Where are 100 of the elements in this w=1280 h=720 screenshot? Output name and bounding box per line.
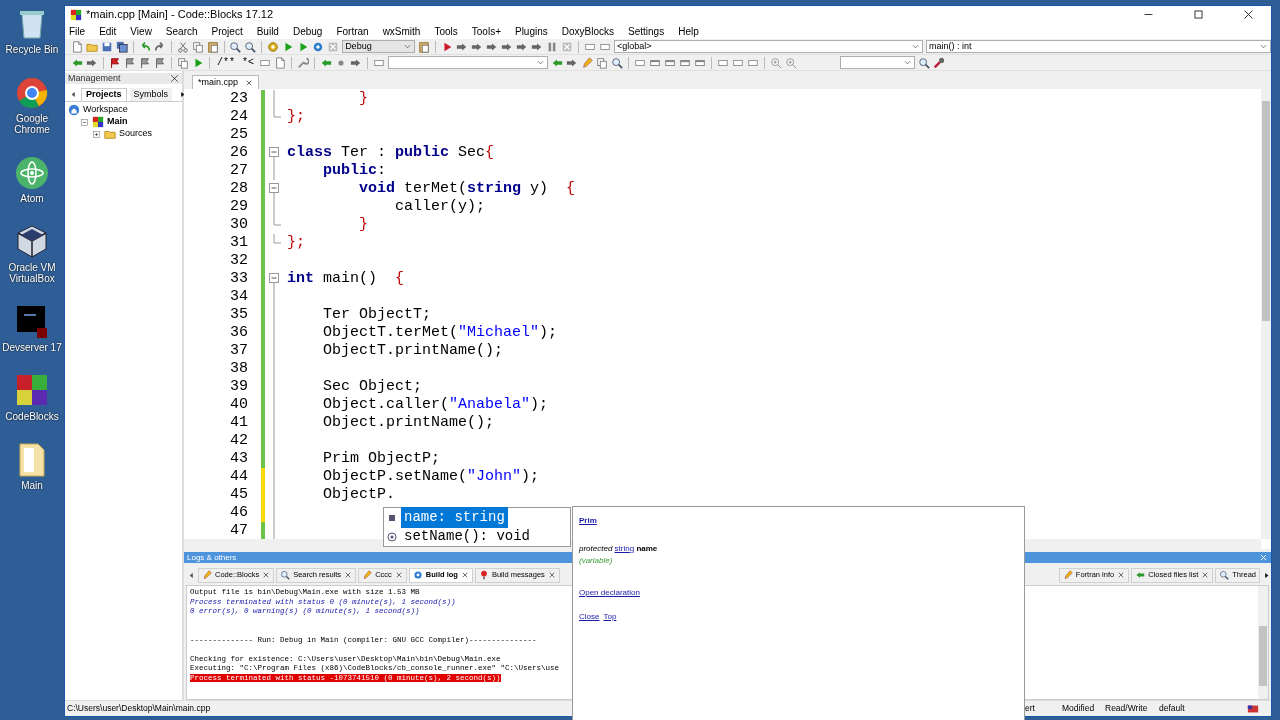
run-icon[interactable] <box>192 56 204 69</box>
menu-item[interactable]: Search <box>165 23 198 39</box>
document-icon[interactable] <box>177 56 189 69</box>
highlight-icon[interactable] <box>581 56 594 69</box>
menu-item[interactable]: Help <box>678 23 699 39</box>
fold-marker[interactable] <box>269 180 279 198</box>
type-link[interactable]: string <box>614 544 635 553</box>
close-icon[interactable] <box>1242 9 1254 20</box>
flag-icon[interactable] <box>139 56 151 69</box>
desktop-icon-label[interactable]: Atom <box>1 193 63 204</box>
tree-item[interactable]: Main <box>107 115 128 129</box>
tree-item[interactable]: Workspace <box>83 103 128 117</box>
suggestion-item[interactable]: name: string <box>401 507 508 528</box>
code-line: ObjectP. <box>322 486 396 504</box>
dropdown[interactable]: Debug <box>342 40 416 53</box>
circle-icon <box>387 531 397 542</box>
panel-tab[interactable]: Symbols <box>129 88 173 101</box>
search-icon[interactable] <box>229 40 242 53</box>
replace-icon[interactable] <box>244 40 257 53</box>
dropdown[interactable] <box>388 56 549 69</box>
menu-item[interactable]: View <box>130 23 152 39</box>
redo-icon[interactable] <box>153 40 166 53</box>
search-icon[interactable] <box>918 56 931 69</box>
help-icon[interactable] <box>274 56 287 69</box>
code-line: ObjectT.printName(); <box>322 342 504 360</box>
scroll-left-icon[interactable] <box>187 570 196 580</box>
rebuild-icon[interactable] <box>312 40 325 53</box>
menu-item[interactable]: Tools+ <box>471 23 501 39</box>
desktop-icon-label[interactable]: Oracle VM VirtualBox <box>1 262 63 284</box>
desktop-icon-label[interactable]: Main <box>1 480 63 491</box>
close-icon[interactable] <box>170 74 179 83</box>
expand-icon[interactable] <box>92 129 101 139</box>
scroll-left-icon[interactable] <box>69 90 78 99</box>
fold-marker[interactable] <box>269 270 279 288</box>
maximize-icon[interactable] <box>1192 9 1204 20</box>
code-line: }; <box>287 108 305 126</box>
zoom-out-icon[interactable] <box>785 56 798 69</box>
fold-line <box>273 234 281 244</box>
dropdown[interactable]: <global> <box>613 40 923 53</box>
pencil-icon <box>202 570 212 580</box>
desktop-icon-label[interactable]: Devserver 17 <box>1 342 63 353</box>
link[interactable]: Open declaration <box>579 588 640 597</box>
pencil-icon <box>1062 570 1073 580</box>
save-all-icon[interactable] <box>116 40 128 53</box>
scissors-icon[interactable] <box>176 40 189 53</box>
flag-icon[interactable] <box>124 56 136 69</box>
menu-item[interactable]: Build <box>256 23 279 39</box>
fold-line <box>273 162 275 180</box>
copy-icon[interactable] <box>191 40 204 53</box>
status-field: default <box>1159 702 1247 715</box>
scrollbar[interactable] <box>1258 586 1268 699</box>
menu-item[interactable]: Project <box>211 23 243 39</box>
scrollbar[interactable] <box>1261 89 1271 539</box>
code-line: ObjectT.terMet("Michael"); <box>322 324 558 342</box>
desktop-icon-label[interactable]: Recycle Bin <box>1 44 63 55</box>
code-line: Object.caller("Anabela"); <box>322 396 549 414</box>
class-link[interactable]: Prim <box>579 516 597 525</box>
scroll-right-icon[interactable] <box>1262 570 1271 580</box>
tree-item[interactable]: Sources <box>119 127 153 141</box>
search-icon[interactable] <box>611 56 624 69</box>
code-line: Sec Object; <box>322 378 423 396</box>
toolbar-button[interactable]: /** <box>215 55 237 70</box>
menu-item[interactable]: Edit <box>99 23 117 39</box>
panel-tab[interactable]: Projects <box>81 88 127 101</box>
desktop-icon-label[interactable]: Google Chrome <box>1 113 63 135</box>
workspace-icon <box>68 104 80 116</box>
close-icon[interactable] <box>245 78 254 87</box>
dropdown[interactable] <box>840 56 916 69</box>
collapse-icon[interactable] <box>80 117 89 127</box>
menu-item[interactable]: File <box>69 23 86 39</box>
menu-item[interactable]: Plugins <box>514 23 548 39</box>
fold-marker[interactable] <box>269 144 279 162</box>
desktop-icon-label[interactable]: CodeBlocks <box>1 411 63 422</box>
caret-icon <box>403 42 413 51</box>
flag-icon[interactable] <box>109 56 121 69</box>
code-line: } <box>358 216 368 234</box>
suggestion-item[interactable]: setName(): void <box>401 526 534 547</box>
dropdown[interactable]: main() : int <box>925 40 1271 53</box>
status-field: ert <box>1025 702 1062 715</box>
flag-icon[interactable] <box>154 56 166 69</box>
save-icon[interactable] <box>101 40 113 53</box>
code-line: Ter ObjectT; <box>322 306 432 324</box>
link[interactable]: Close <box>579 612 600 621</box>
zoom-in-icon[interactable] <box>770 56 783 69</box>
editor-tab[interactable]: *main.cpp <box>192 75 260 89</box>
caret-icon <box>1259 42 1268 51</box>
document-icon[interactable] <box>596 56 609 69</box>
menu-item[interactable]: wxSmith <box>382 23 421 39</box>
new-file-icon[interactable] <box>71 40 83 53</box>
menu-item[interactable]: Fortran <box>336 23 369 39</box>
toolbar-button[interactable]: *< <box>240 55 257 70</box>
menu-item[interactable]: Settings <box>628 23 665 39</box>
menu-item[interactable]: Tools <box>434 23 458 39</box>
link[interactable]: Top <box>603 612 617 621</box>
folder-icon <box>104 128 116 140</box>
paste-icon[interactable] <box>206 40 219 53</box>
menu-item[interactable]: DoxyBlocks <box>561 23 615 39</box>
menu-item[interactable]: Debug <box>292 23 323 39</box>
gear-icon[interactable] <box>267 40 280 53</box>
close-icon[interactable] <box>460 571 469 579</box>
